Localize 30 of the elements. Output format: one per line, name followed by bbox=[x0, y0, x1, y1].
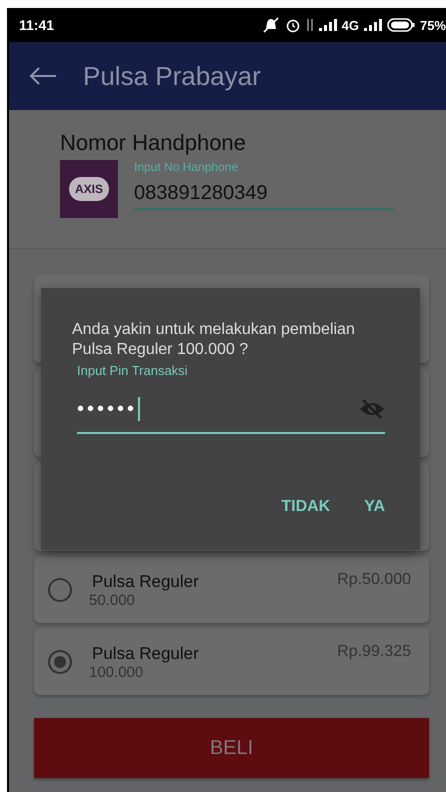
radio-button[interactable] bbox=[48, 578, 72, 602]
operator-logo: AXIS bbox=[60, 160, 118, 218]
battery-percent: 75% bbox=[420, 18, 446, 32]
app-title: Pulsa Prabayar bbox=[83, 60, 261, 92]
product-option[interactable]: Pulsa Reguler 50.000 Rp.50.000 bbox=[34, 557, 429, 623]
product-price: Rp.99.325 bbox=[337, 643, 411, 661]
product-option[interactable]: Pulsa Reguler 100.000 Rp.99.325 bbox=[34, 629, 429, 695]
pin-input-field[interactable]: •••••• bbox=[77, 396, 359, 422]
product-name: Pulsa Reguler bbox=[92, 572, 200, 592]
back-arrow-icon[interactable] bbox=[29, 66, 57, 86]
radio-button[interactable] bbox=[48, 650, 72, 674]
product-name: Pulsa Reguler bbox=[92, 644, 200, 664]
eye-off-icon[interactable] bbox=[359, 398, 385, 420]
confirm-button[interactable]: YA bbox=[364, 494, 385, 520]
dialog-message: Anda yakin untuk melakukan pembelian Pulsa Reguler 100.000 ? bbox=[72, 320, 356, 360]
signal-icon bbox=[364, 19, 382, 31]
battery-icon bbox=[386, 18, 415, 32]
product-amount: 50.000 bbox=[89, 592, 136, 608]
clock-time: 11:41 bbox=[19, 17, 54, 33]
bell-off-icon bbox=[262, 17, 280, 33]
phone-input-field[interactable]: Input No Hanphone 083891280349 bbox=[134, 160, 394, 210]
buy-button[interactable]: BELI bbox=[34, 718, 429, 778]
product-amount: 100.000 bbox=[89, 664, 144, 680]
section-heading: Nomor Handphone bbox=[60, 130, 247, 156]
alarm-icon bbox=[284, 17, 301, 33]
cancel-button[interactable]: TIDAK bbox=[281, 494, 330, 520]
pin-label: Input Pin Transaksi bbox=[77, 363, 189, 378]
signal-icon bbox=[318, 19, 337, 31]
network-type: 4G bbox=[342, 18, 359, 32]
product-price: Rp.50.000 bbox=[337, 571, 411, 589]
